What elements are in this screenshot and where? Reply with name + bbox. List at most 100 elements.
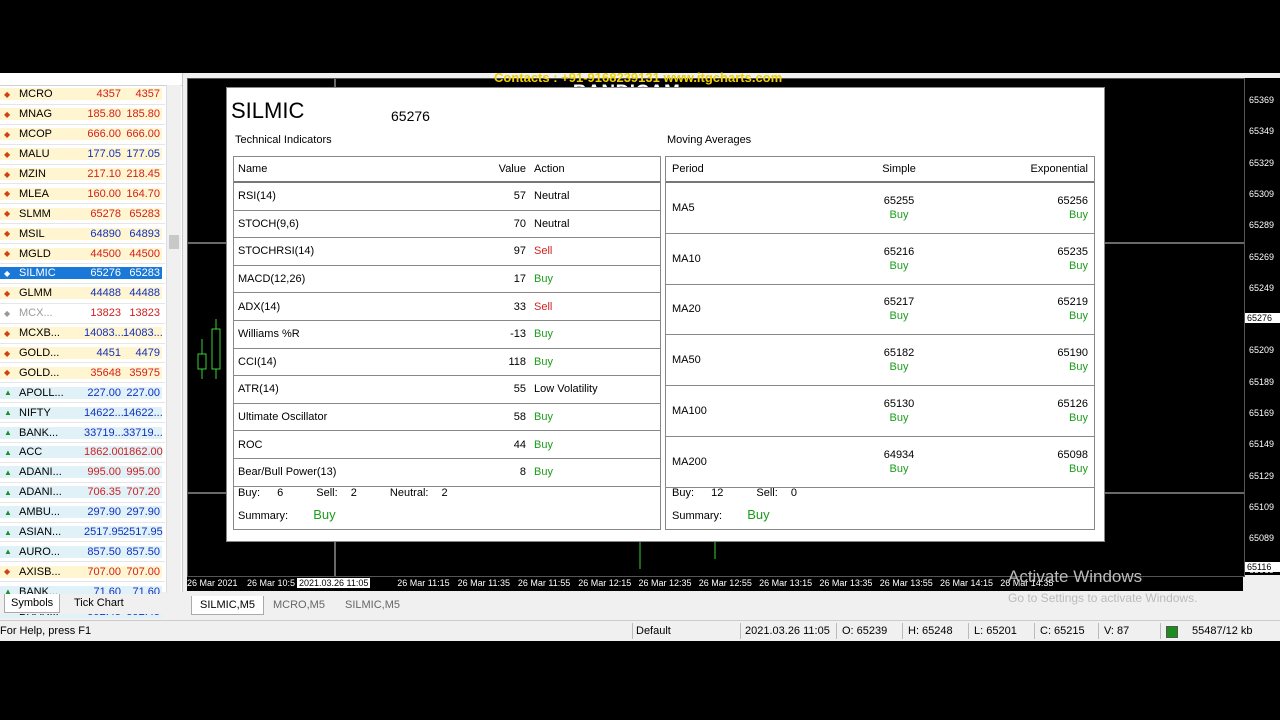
market-watch-row[interactable]: ▲ AURO... 857.50 857.50: [0, 542, 165, 563]
market-watch-row[interactable]: ◆ MCOP 666.00 666.00: [0, 125, 165, 145]
bid-cell: 33719...: [84, 426, 124, 439]
symbol-name: BANK...: [19, 426, 59, 439]
market-watch-row[interactable]: ◆ GOLD... 35648 35975: [0, 363, 165, 384]
ma-row: MA50 65182 Buy 65190 Buy: [666, 334, 1094, 387]
ma-exp-action: Buy: [1069, 462, 1088, 475]
symbol-cell: ▲ AURO...: [0, 545, 84, 558]
chart-tab-silmic-2[interactable]: SILMIC,M5: [337, 596, 408, 614]
direction-icon: ◆: [4, 368, 11, 378]
symbol-cell: ◆ MNAG: [0, 108, 84, 121]
symbol-cell: ▲ ADANI...: [0, 466, 84, 479]
ma-exp: 65235: [1057, 245, 1088, 258]
direction-icon: ◆: [4, 89, 11, 99]
chart-tab-mcro[interactable]: MCRO,M5: [265, 596, 333, 614]
market-watch-row[interactable]: ◆ SILMIC 65276 65283: [0, 264, 165, 284]
status-datetime: 2021.03.26 11:05: [745, 625, 830, 637]
ma-period: MA50: [666, 334, 808, 387]
market-watch-row[interactable]: ▲ ACC 1862.00 1862.00: [0, 443, 165, 463]
tab-tick-chart[interactable]: Tick Chart: [68, 594, 130, 612]
market-watch-row[interactable]: ▲ AMBU... 297.90 297.90: [0, 503, 165, 523]
status-traffic: 55487/12 kb: [1192, 625, 1253, 637]
price-tick: 65309: [1249, 188, 1275, 199]
market-watch-row[interactable]: ▲ NIFTY 14622... 14622...: [0, 403, 165, 424]
tab-symbols[interactable]: Symbols: [4, 594, 61, 613]
market-watch-row[interactable]: ◆ MZIN 217.10 218.45: [0, 165, 165, 185]
bid-cell: 14622...: [84, 406, 124, 419]
ti-row: Ultimate Oscillator 58 Buy: [234, 403, 660, 432]
ask-cell: 44500: [123, 247, 162, 260]
symbol-name: ADANI...: [19, 486, 62, 499]
direction-icon: ◆: [4, 189, 11, 199]
ti-action: Sell: [530, 237, 660, 266]
chart-tab-silmic[interactable]: SILMIC,M5: [191, 596, 265, 615]
ti-row: ADX(14) 33 Sell: [234, 292, 660, 321]
ma-period: MA5: [666, 182, 808, 234]
time-label: 26 Mar 12:55: [698, 578, 752, 588]
symbol-cell: ◆ MCRO: [0, 88, 84, 101]
market-watch-row[interactable]: ◆ MLEA 160.00 164.70: [0, 184, 165, 205]
ti-box: Name Value Action RSI(14) 57 Neutral STOCH(…: [233, 156, 661, 530]
market-watch-rows: ◆ MCRO 4357 4357 ◆ MNAG 185.80 185.80 ◆ MCOP 666.0…: [0, 85, 165, 623]
ma-period: MA200: [666, 436, 808, 488]
market-watch-scrollbar[interactable]: [166, 85, 181, 593]
ask-cell: 707.00: [123, 565, 162, 578]
status-open: O: 65239: [842, 625, 888, 637]
ti-action: Neutral: [530, 182, 660, 211]
symbol-name: AXISB...: [19, 565, 61, 578]
market-watch-row[interactable]: ◆ MCRO 4357 4357: [0, 85, 165, 105]
ti-name: STOCHRSI(14): [234, 237, 482, 266]
symbol-cell: ◆ MCX...: [0, 307, 84, 319]
market-watch-row[interactable]: ▲ ASIAN... 2517.95 2517.95: [0, 523, 165, 543]
connection-icon: [1166, 626, 1178, 638]
market-watch-row[interactable]: ◆ MCX... 13823 13823: [0, 304, 165, 324]
market-watch-row[interactable]: ◆ SLMM 65278 65283: [0, 204, 165, 225]
time-label: 26 Mar 11:15: [397, 578, 450, 588]
ti-name: Ultimate Oscillator: [234, 403, 482, 432]
market-watch-row[interactable]: ▲ ADANI... 706.35 707.20: [0, 483, 165, 503]
ma-counts: Buy: 12 Sell: 0: [672, 487, 797, 499]
market-watch-row[interactable]: ◆ GOLD... 4451 4479: [0, 344, 165, 364]
activate-windows-title: Activate Windows: [1008, 567, 1143, 586]
technical-analysis-panel: SILMIC 65276 Technical Indicators Moving…: [226, 87, 1105, 542]
ma-simple-action: Buy: [889, 462, 909, 475]
ma-exp-action: Buy: [1069, 361, 1088, 374]
symbol-name: SLMM: [19, 207, 51, 220]
ti-value: 70: [482, 210, 530, 239]
ma-simple-action: Buy: [889, 412, 909, 425]
ti-name: Bear/Bull Power(13): [234, 458, 482, 487]
bid-cell: 706.35: [84, 486, 123, 499]
status-profile: Default: [636, 625, 671, 637]
price-tick: 65129: [1249, 470, 1275, 481]
market-watch-row[interactable]: ◆ GLMM 44488 44488: [0, 284, 165, 304]
bid-cell: 44488: [84, 287, 123, 300]
market-watch-row[interactable]: ◆ MSIL 64890 64893: [0, 224, 165, 245]
ma-summary-label: Summary:: [672, 510, 723, 522]
direction-icon: ◆: [4, 268, 11, 278]
market-watch-row[interactable]: ◆ MALU 177.05 177.05: [0, 145, 165, 165]
ask-cell: 14622...: [123, 406, 163, 419]
bid-cell: 65278: [84, 207, 123, 220]
direction-icon: ▲: [4, 408, 12, 418]
ask-cell: 1862.00: [123, 446, 163, 459]
market-watch-row[interactable]: ▲ ADANI... 995.00 995.00: [0, 463, 165, 483]
market-watch-row[interactable]: ◆ MGLD 44500 44500: [0, 244, 165, 265]
market-watch-row[interactable]: ◆ AXISB... 707.00 707.00: [0, 562, 165, 583]
time-label: 26 Mar 13:35: [819, 578, 873, 588]
direction-icon: ▲: [4, 428, 12, 438]
symbol-name: GOLD...: [19, 366, 60, 379]
scroll-thumb[interactable]: [169, 235, 179, 249]
status-bar: For Help, press F1 Default 2021.03.26 11…: [0, 620, 1280, 641]
market-watch-row[interactable]: ▲ APOLL... 227.00 227.00: [0, 383, 165, 404]
direction-icon: ◆: [4, 149, 11, 159]
market-watch-row[interactable]: ◆ MCXB... 14083... 14083...: [0, 324, 165, 344]
time-label: 26 Mar 11:35: [457, 578, 510, 588]
symbol-name: AMBU...: [19, 506, 60, 519]
market-watch-row[interactable]: ◆ MNAG 185.80 185.80: [0, 105, 165, 125]
ma-exp: 65219: [1057, 296, 1088, 309]
bid-cell: 217.10: [84, 168, 123, 180]
market-watch-row[interactable]: ▲ BANK... 33719... 33719...: [0, 423, 165, 444]
ma-row: MA5 65255 Buy 65256 Buy: [666, 182, 1094, 234]
symbol-name: MCXB...: [19, 327, 60, 340]
time-label: 2021.03.26 11:05: [297, 578, 371, 588]
status-help: For Help, press F1: [0, 625, 92, 637]
